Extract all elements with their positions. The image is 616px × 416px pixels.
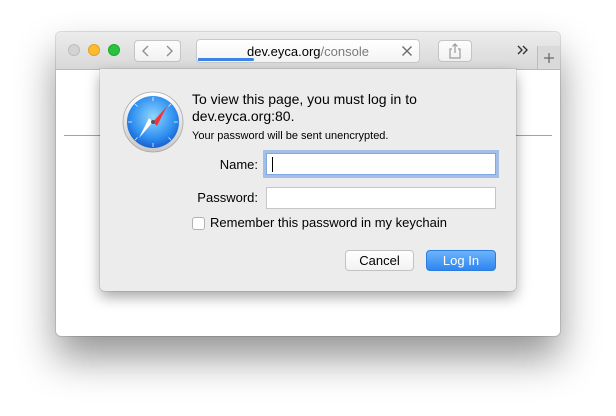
remember-password-label[interactable]: Remember this password in my keychain	[210, 215, 447, 230]
page-load-progress	[198, 58, 254, 61]
double-chevron-right-icon	[517, 45, 528, 55]
log-in-button[interactable]: Log In	[426, 250, 496, 271]
back-button[interactable]	[134, 40, 158, 62]
address-bar[interactable]: dev.eyca.org/console	[196, 39, 420, 63]
remember-password-checkbox[interactable]	[192, 217, 205, 230]
password-input[interactable]	[266, 187, 496, 209]
close-icon[interactable]	[401, 45, 413, 57]
name-label: Name:	[219, 157, 258, 172]
authentication-dialog: To view this page, you must log in to de…	[100, 69, 516, 291]
minimize-window-button[interactable]	[88, 44, 100, 56]
new-tab-button[interactable]	[537, 46, 560, 69]
plus-icon	[544, 52, 554, 63]
password-label: Password:	[197, 190, 258, 205]
address-path: /console	[320, 44, 369, 59]
cancel-button[interactable]: Cancel	[345, 250, 414, 271]
address-text: dev.eyca.org/console	[197, 44, 419, 59]
close-window-button[interactable]	[68, 44, 80, 56]
address-domain: dev.eyca.org	[247, 44, 321, 59]
unencrypted-warning: Your password will be sent unencrypted.	[192, 130, 389, 142]
chevron-right-icon	[166, 45, 173, 57]
browser-toolbar: dev.eyca.org/console	[56, 32, 560, 70]
text-cursor	[272, 157, 273, 172]
share-icon	[449, 43, 461, 59]
chevron-left-icon	[142, 45, 149, 57]
safari-compass-icon	[122, 91, 184, 153]
maximize-window-button[interactable]	[108, 44, 120, 56]
auth-message: To view this page, you must log in to de…	[192, 91, 417, 124]
forward-button[interactable]	[157, 40, 181, 62]
share-button[interactable]	[438, 40, 472, 62]
screen: dev.eyca.org/console To view this page, …	[0, 0, 616, 416]
name-input[interactable]	[266, 153, 496, 175]
toolbar-overflow-button[interactable]	[514, 41, 532, 59]
